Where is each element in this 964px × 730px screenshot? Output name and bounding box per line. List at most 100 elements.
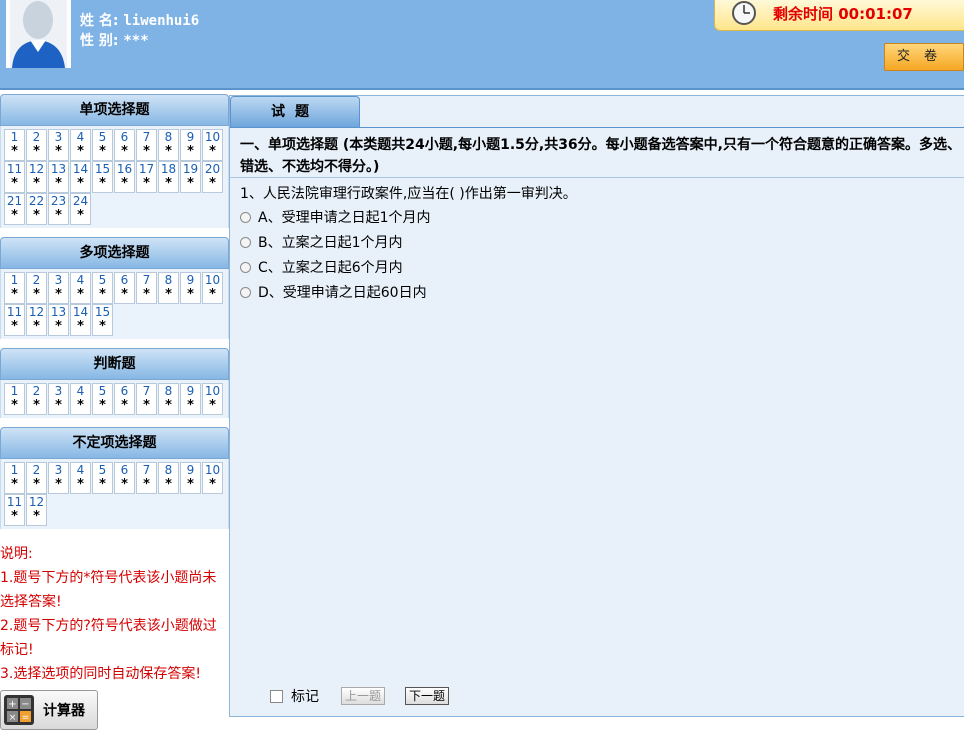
- question-number-cell[interactable]: 11 *: [4, 161, 25, 193]
- question-number: 4: [76, 384, 85, 398]
- instruction-line: 选择答案!: [0, 594, 62, 610]
- question-number-cell[interactable]: 22 *: [26, 193, 47, 225]
- unanswered-mark: *: [121, 176, 128, 191]
- question-number-cell[interactable]: 10 *: [202, 462, 223, 494]
- question-number-cell[interactable]: 8 *: [158, 272, 179, 304]
- unanswered-mark: *: [187, 144, 194, 159]
- question-number-cell[interactable]: 8 *: [158, 462, 179, 494]
- question-number-cell[interactable]: 10 *: [202, 129, 223, 161]
- question-number-cell[interactable]: 12 *: [26, 304, 47, 336]
- question-number-cell[interactable]: 8 *: [158, 383, 179, 415]
- question-number-cell[interactable]: 10 *: [202, 272, 223, 304]
- question-number-cell[interactable]: 15 *: [92, 161, 113, 193]
- question-number-cell[interactable]: 23 *: [48, 193, 69, 225]
- question-number-cell[interactable]: 4 *: [70, 272, 91, 304]
- option-a-radio[interactable]: [240, 211, 251, 223]
- question-number-cell[interactable]: 11 *: [4, 304, 25, 336]
- question-number-cell[interactable]: 5 *: [92, 129, 113, 161]
- question-number-cell[interactable]: 7 *: [136, 383, 157, 415]
- question-number-cell[interactable]: 6 *: [114, 462, 135, 494]
- question-number-cell[interactable]: 12 *: [26, 161, 47, 193]
- question-number-cell[interactable]: 13 *: [48, 161, 69, 193]
- question-number-cell[interactable]: 8 *: [158, 129, 179, 161]
- question-number-cell[interactable]: 1 *: [4, 462, 25, 494]
- mark-checkbox[interactable]: [270, 689, 283, 703]
- unanswered-mark: *: [55, 208, 62, 223]
- name-row: 姓 名: liwenhui6: [80, 10, 199, 30]
- question-number: 10: [204, 130, 221, 144]
- question-number-cell[interactable]: 6 *: [114, 272, 135, 304]
- question-number: 8: [164, 384, 173, 398]
- question-number-cell[interactable]: 4 *: [70, 462, 91, 494]
- question-number-cell[interactable]: 9 *: [180, 383, 201, 415]
- question-number-cell[interactable]: 18 *: [158, 161, 179, 193]
- unanswered-mark: *: [55, 319, 62, 334]
- question-number-cell[interactable]: 9 *: [180, 462, 201, 494]
- question-number-cell[interactable]: 15 *: [92, 304, 113, 336]
- next-question-button[interactable]: 下一题: [405, 687, 450, 705]
- question-number: 23: [50, 194, 67, 208]
- question-number-cell[interactable]: 5 *: [92, 462, 113, 494]
- question-number-cell[interactable]: 2 *: [26, 129, 47, 161]
- tab-questions[interactable]: 试题: [230, 96, 360, 128]
- user-silhouette-icon: [6, 0, 71, 68]
- question-number-cell[interactable]: 3 *: [48, 383, 69, 415]
- question-number-cell[interactable]: 4 *: [70, 129, 91, 161]
- unanswered-mark: *: [11, 319, 18, 334]
- question-number-cell[interactable]: 4 *: [70, 383, 91, 415]
- question-number-cell[interactable]: 17 *: [136, 161, 157, 193]
- question-number-cell[interactable]: 7 *: [136, 272, 157, 304]
- question-number-cell[interactable]: 5 *: [92, 383, 113, 415]
- unanswered-mark: *: [11, 144, 18, 159]
- question-number-cell[interactable]: 3 *: [48, 129, 69, 161]
- grid-row: 11 * 12 * 13 * 14 * 15 *: [4, 304, 226, 336]
- question-number-cell[interactable]: 16 *: [114, 161, 135, 193]
- question-number-cell[interactable]: 5 *: [92, 272, 113, 304]
- question-number-cell[interactable]: 10 *: [202, 383, 223, 415]
- option-c-radio[interactable]: [240, 261, 251, 273]
- question-number-cell[interactable]: 6 *: [114, 129, 135, 161]
- grid-row: 21 * 22 * 23 * 24 *: [4, 193, 226, 225]
- unanswered-mark: *: [187, 176, 194, 191]
- option-b-radio[interactable]: [240, 236, 251, 248]
- question-number-cell[interactable]: 14 *: [70, 161, 91, 193]
- prev-question-button[interactable]: 上一题: [341, 687, 386, 705]
- question-number-cell[interactable]: 1 *: [4, 383, 25, 415]
- question-number-cell[interactable]: 9 *: [180, 129, 201, 161]
- question-number-cell[interactable]: 13 *: [48, 304, 69, 336]
- question-number-cell[interactable]: 20 *: [202, 161, 223, 193]
- question-number-cell[interactable]: 3 *: [48, 462, 69, 494]
- question-number-cell[interactable]: 6 *: [114, 383, 135, 415]
- question-number-cell[interactable]: 12 *: [26, 494, 47, 526]
- question-number-cell[interactable]: 11 *: [4, 494, 25, 526]
- question-number: 19: [182, 162, 199, 176]
- question-number-cell[interactable]: 1 *: [4, 129, 25, 161]
- calculator-button[interactable]: + − × = 计算器: [0, 690, 98, 730]
- unanswered-mark: *: [77, 208, 84, 223]
- question-number-cell[interactable]: 14 *: [70, 304, 91, 336]
- submit-exam-button[interactable]: 交卷: [884, 43, 964, 71]
- option-d-radio[interactable]: [240, 286, 251, 298]
- question-number-cell[interactable]: 1 *: [4, 272, 25, 304]
- option-c[interactable]: C、立案之日起6个月内: [240, 257, 403, 277]
- question-number-cell[interactable]: 19 *: [180, 161, 201, 193]
- question-text: 1、人民法院审理行政案件,应当在( )作出第一审判决。: [240, 186, 577, 202]
- option-d[interactable]: D、受理申请之日起60日内: [240, 282, 427, 302]
- question-number-cell[interactable]: 7 *: [136, 462, 157, 494]
- question-number-cell[interactable]: 21 *: [4, 193, 25, 225]
- grid-row: 1 * 2 * 3 * 4 * 5 * 6 * 7 * 8 * 9 * 10 *: [4, 383, 226, 415]
- question-number: 7: [142, 130, 151, 144]
- question-number-cell[interactable]: 2 *: [26, 272, 47, 304]
- option-b[interactable]: B、立案之日起1个月内: [240, 232, 403, 252]
- question-number: 18: [160, 162, 177, 176]
- question-number-cell[interactable]: 3 *: [48, 272, 69, 304]
- question-number-cell[interactable]: 2 *: [26, 462, 47, 494]
- option-a[interactable]: A、受理申请之日起1个月内: [240, 207, 430, 227]
- question-number-cell[interactable]: 2 *: [26, 383, 47, 415]
- question-footer: 标记 上一题 下一题: [270, 686, 450, 706]
- question-number-cell[interactable]: 9 *: [180, 272, 201, 304]
- unanswered-mark: *: [77, 477, 84, 492]
- question-number-cell[interactable]: 24 *: [70, 193, 91, 225]
- question-number-cell[interactable]: 7 *: [136, 129, 157, 161]
